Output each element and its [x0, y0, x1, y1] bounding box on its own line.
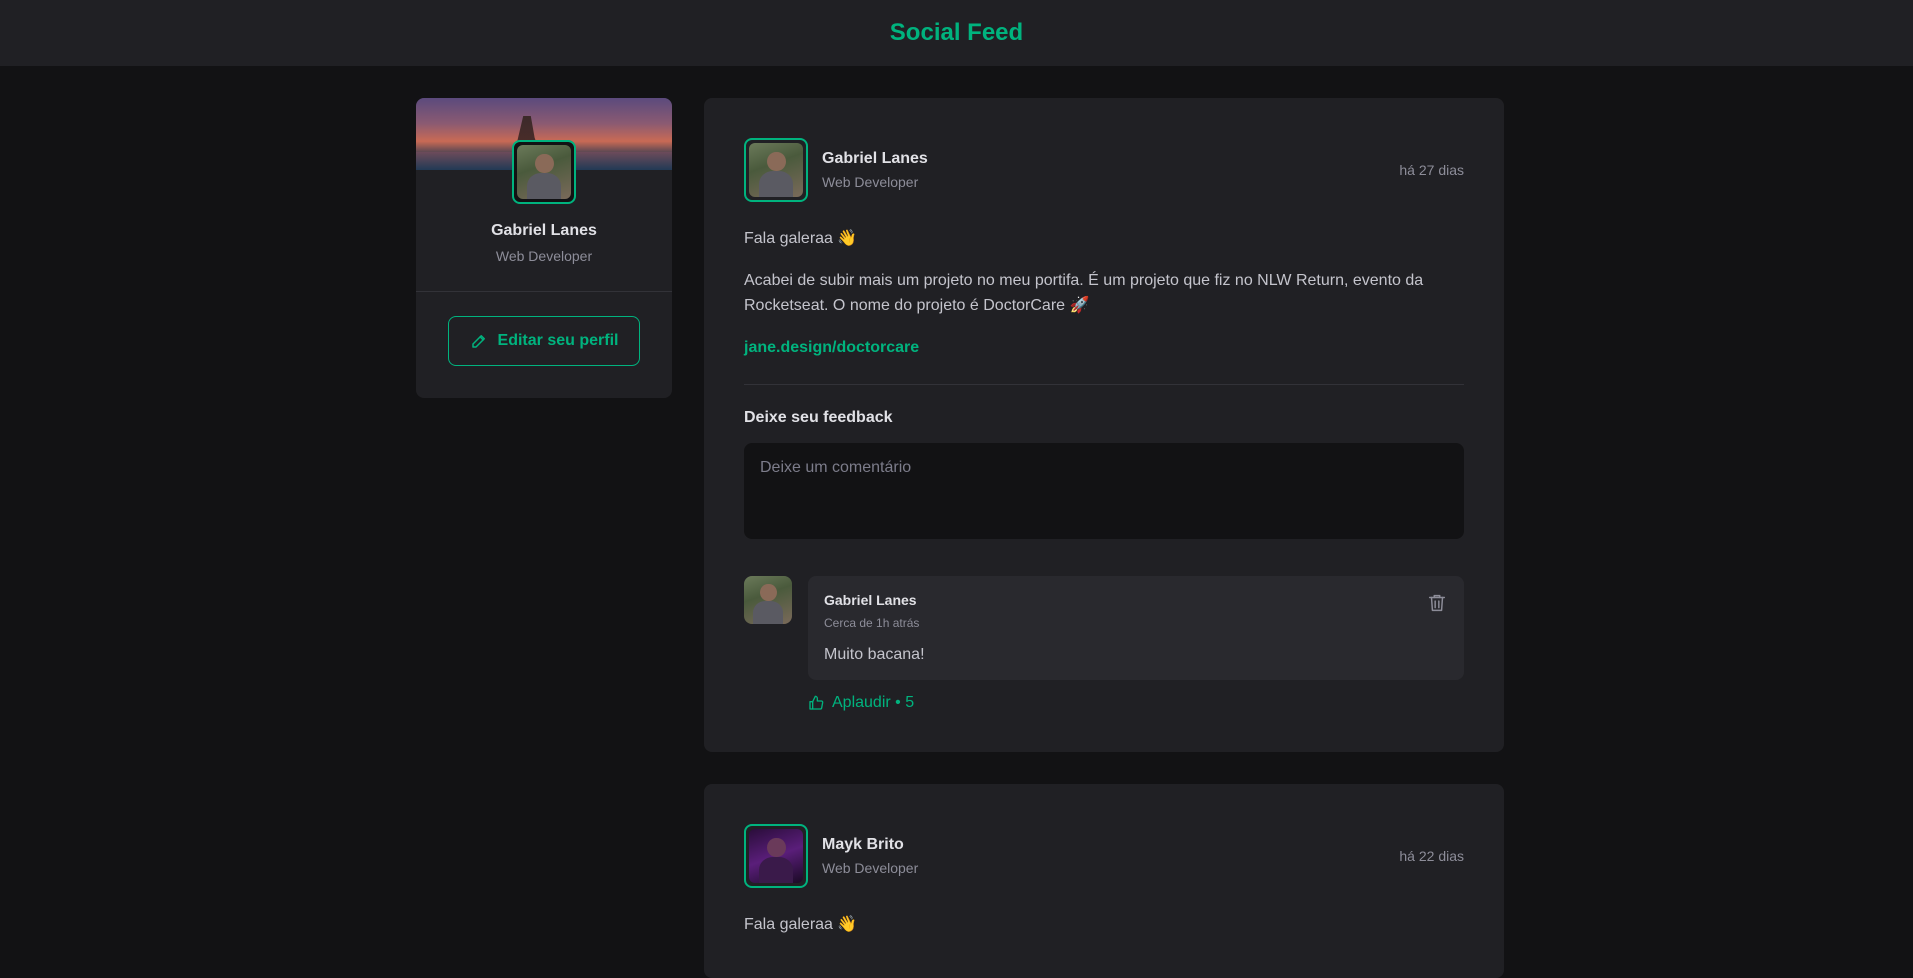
comment-form: Deixe seu feedback [744, 384, 1464, 544]
profile-role: Web Developer [495, 248, 593, 264]
pencil-icon [471, 335, 485, 348]
avatar[interactable] [512, 140, 576, 204]
comment-text: Muito bacana! [824, 646, 925, 664]
author-role: Web Developer [822, 860, 919, 877]
applaud-button[interactable]: Aplaudir • 5 [808, 694, 914, 712]
avatar[interactable] [744, 576, 792, 625]
post-author: Gabriel Lanes Web Developer [744, 138, 928, 202]
post-time: há 27 dias [1399, 162, 1464, 178]
feedback-title: Deixe seu feedback [744, 409, 893, 427]
edit-profile-label: Editar seu perfil [497, 332, 619, 349]
delete-comment-button[interactable] [1426, 592, 1448, 614]
post-content: Fala galeraa 👋 [744, 912, 1464, 938]
main-wrapper: Gabriel Lanes Web Developer Editar seu p… [416, 98, 1504, 978]
post-author: Mayk Brito Web Developer [744, 824, 919, 889]
author-role: Web Developer [822, 174, 919, 190]
app-header: Social Feed [0, 0, 1913, 66]
app-title: Social Feed [889, 19, 1024, 46]
edit-profile-button[interactable]: Editar seu perfil [448, 316, 640, 366]
profile-name: Gabriel Lanes [491, 222, 597, 239]
avatar[interactable] [744, 824, 808, 889]
author-name: Gabriel Lanes [822, 150, 928, 167]
sidebar-footer: Editar seu perfil [416, 292, 672, 398]
post-greeting: Fala galeraa 👋 [744, 916, 858, 934]
post-header: Gabriel Lanes Web Developer há 27 dias [744, 138, 1464, 202]
post-card: Gabriel Lanes Web Developer há 27 dias F… [704, 98, 1504, 753]
trash-icon [1428, 595, 1446, 612]
post-feed: Gabriel Lanes Web Developer há 27 dias F… [704, 98, 1504, 978]
profile-sidebar: Gabriel Lanes Web Developer Editar seu p… [416, 98, 672, 398]
post-body: Acabei de subir mais um projeto no meu p… [744, 271, 1424, 315]
post-header: Mayk Brito Web Developer há 22 dias [744, 824, 1464, 889]
post-time: há 22 dias [1399, 848, 1464, 865]
post-content: Fala galeraa 👋 Acabei de subir mais um p… [744, 226, 1464, 360]
comment-author: Gabriel Lanes [824, 592, 917, 609]
comment: Gabriel Lanes Cerca de 1h atrás Muito ba… [744, 576, 1464, 712]
comment-time: Cerca de 1h atrás [824, 616, 920, 631]
avatar[interactable] [744, 138, 808, 202]
post-card: Mayk Brito Web Developer há 22 dias Fala… [704, 784, 1504, 978]
post-link[interactable]: jane.design/doctorcare [744, 339, 919, 356]
comment-input[interactable] [744, 443, 1464, 540]
post-greeting: Fala galeraa 👋 [744, 230, 858, 247]
comment-card: Gabriel Lanes Cerca de 1h atrás Muito ba… [808, 576, 1464, 681]
author-name: Mayk Brito [822, 836, 904, 854]
thumbs-up-icon [809, 696, 824, 711]
applaud-label: Aplaudir • 5 [832, 694, 915, 712]
